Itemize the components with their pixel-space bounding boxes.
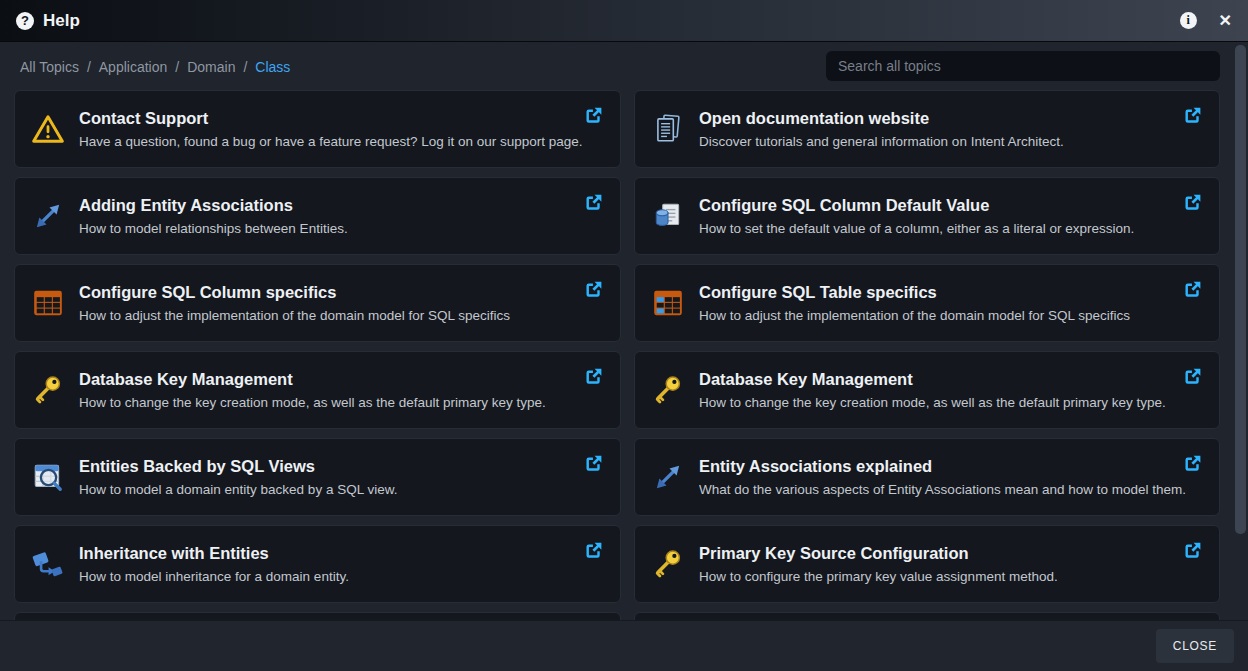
help-card[interactable]: Contact Support Have a question, found a…: [14, 90, 621, 168]
card-description: Have a question, found a bug or have a f…: [79, 133, 583, 151]
search-input[interactable]: [826, 51, 1220, 81]
breadcrumb-item[interactable]: All Topics: [20, 59, 79, 75]
card-title: Configure SQL Column specifics: [79, 282, 510, 303]
card-description: How to model inheritance for a domain en…: [79, 568, 349, 586]
inheritance-icon: [30, 546, 66, 582]
card-title: Entity Associations explained: [699, 456, 1186, 477]
key-icon: [30, 372, 66, 408]
external-link-icon[interactable]: [585, 106, 603, 124]
help-card[interactable]: Primary Key Source Configuration How to …: [634, 525, 1220, 603]
help-card-partial[interactable]: [14, 612, 621, 620]
card-description: How to adjust the implementation of the …: [79, 307, 510, 325]
breadcrumb-separator: /: [243, 59, 247, 75]
table-magnifier-icon: [30, 459, 66, 495]
help-circle-icon: ?: [16, 12, 34, 30]
breadcrumb-separator: /: [87, 59, 91, 75]
card-description: What do the various aspects of Entity As…: [699, 481, 1186, 499]
close-button[interactable]: CLOSE: [1156, 629, 1234, 663]
card-description: How to adjust the implementation of the …: [699, 307, 1130, 325]
help-card[interactable]: Entity Associations explained What do th…: [634, 438, 1220, 516]
card-title: Database Key Management: [699, 369, 1166, 390]
external-link-icon[interactable]: [1184, 367, 1202, 385]
external-link-icon[interactable]: [585, 367, 603, 385]
external-link-icon[interactable]: [585, 193, 603, 211]
help-card[interactable]: Open documentation website Discover tuto…: [634, 90, 1220, 168]
card-title: Configure SQL Column Default Value: [699, 195, 1134, 216]
dialog-body: All Topics / Application / Domain / Class Cont…: [0, 42, 1248, 620]
table-orange-icon: [30, 285, 66, 321]
breadcrumb-separator: /: [175, 59, 179, 75]
help-card[interactable]: Entities Backed by SQL Views How to mode…: [14, 438, 621, 516]
card-title: Entities Backed by SQL Views: [79, 456, 397, 477]
help-card[interactable]: Database Key Management How to change th…: [14, 351, 621, 429]
card-title: Adding Entity Associations: [79, 195, 348, 216]
help-card-partial[interactable]: [634, 612, 1220, 620]
scrollbar-thumb[interactable]: [1235, 45, 1246, 534]
external-link-icon[interactable]: [1184, 541, 1202, 559]
table-highlight-column-icon: [650, 285, 686, 321]
dialog-header: ? Help i ✕: [0, 0, 1248, 42]
help-card[interactable]: Database Key Management How to change th…: [634, 351, 1220, 429]
card-title: Inheritance with Entities: [79, 543, 349, 564]
card-description: How to set the default value of a column…: [699, 220, 1134, 238]
card-title: Database Key Management: [79, 369, 546, 390]
breadcrumb-current: Class: [255, 59, 290, 75]
breadcrumb: All Topics / Application / Domain / Class: [20, 59, 290, 75]
help-card[interactable]: Inheritance with Entities How to model i…: [14, 525, 621, 603]
card-description: How to configure the primary key value a…: [699, 568, 1058, 586]
external-link-icon[interactable]: [1184, 280, 1202, 298]
external-link-icon[interactable]: [585, 541, 603, 559]
card-description: How to change the key creation mode, as …: [699, 394, 1166, 412]
card-title: Configure SQL Table specifics: [699, 282, 1130, 303]
database-document-icon: [650, 198, 686, 234]
help-card-grid: Contact Support Have a question, found a…: [14, 90, 1220, 620]
association-arrow-icon: [650, 459, 686, 495]
external-link-icon[interactable]: [1184, 193, 1202, 211]
help-card[interactable]: Adding Entity Associations How to model …: [14, 177, 621, 255]
close-icon[interactable]: ✕: [1219, 13, 1232, 29]
breadcrumb-item[interactable]: Domain: [187, 59, 235, 75]
card-title: Contact Support: [79, 108, 583, 129]
card-description: How to change the key creation mode, as …: [79, 394, 546, 412]
key-icon: [650, 546, 686, 582]
external-link-icon[interactable]: [585, 280, 603, 298]
association-arrow-icon: [30, 198, 66, 234]
external-link-icon[interactable]: [585, 454, 603, 472]
help-card[interactable]: Configure SQL Column Default Value How t…: [634, 177, 1220, 255]
breadcrumb-item[interactable]: Application: [99, 59, 168, 75]
info-icon[interactable]: i: [1180, 12, 1197, 29]
card-description: Discover tutorials and general informati…: [699, 133, 1064, 151]
card-description: How to model a domain entity backed by a…: [79, 481, 397, 499]
card-title: Primary Key Source Configuration: [699, 543, 1058, 564]
card-description: How to model relationships between Entit…: [79, 220, 348, 238]
key-icon: [650, 372, 686, 408]
help-card[interactable]: Configure SQL Table specifics How to adj…: [634, 264, 1220, 342]
dialog-footer: CLOSE: [0, 620, 1248, 671]
warning-triangle-icon: [30, 111, 66, 147]
documents-icon: [650, 111, 686, 147]
card-title: Open documentation website: [699, 108, 1064, 129]
dialog-title: Help: [43, 11, 80, 31]
external-link-icon[interactable]: [1184, 106, 1202, 124]
help-card[interactable]: Configure SQL Column specifics How to ad…: [14, 264, 621, 342]
external-link-icon[interactable]: [1184, 454, 1202, 472]
